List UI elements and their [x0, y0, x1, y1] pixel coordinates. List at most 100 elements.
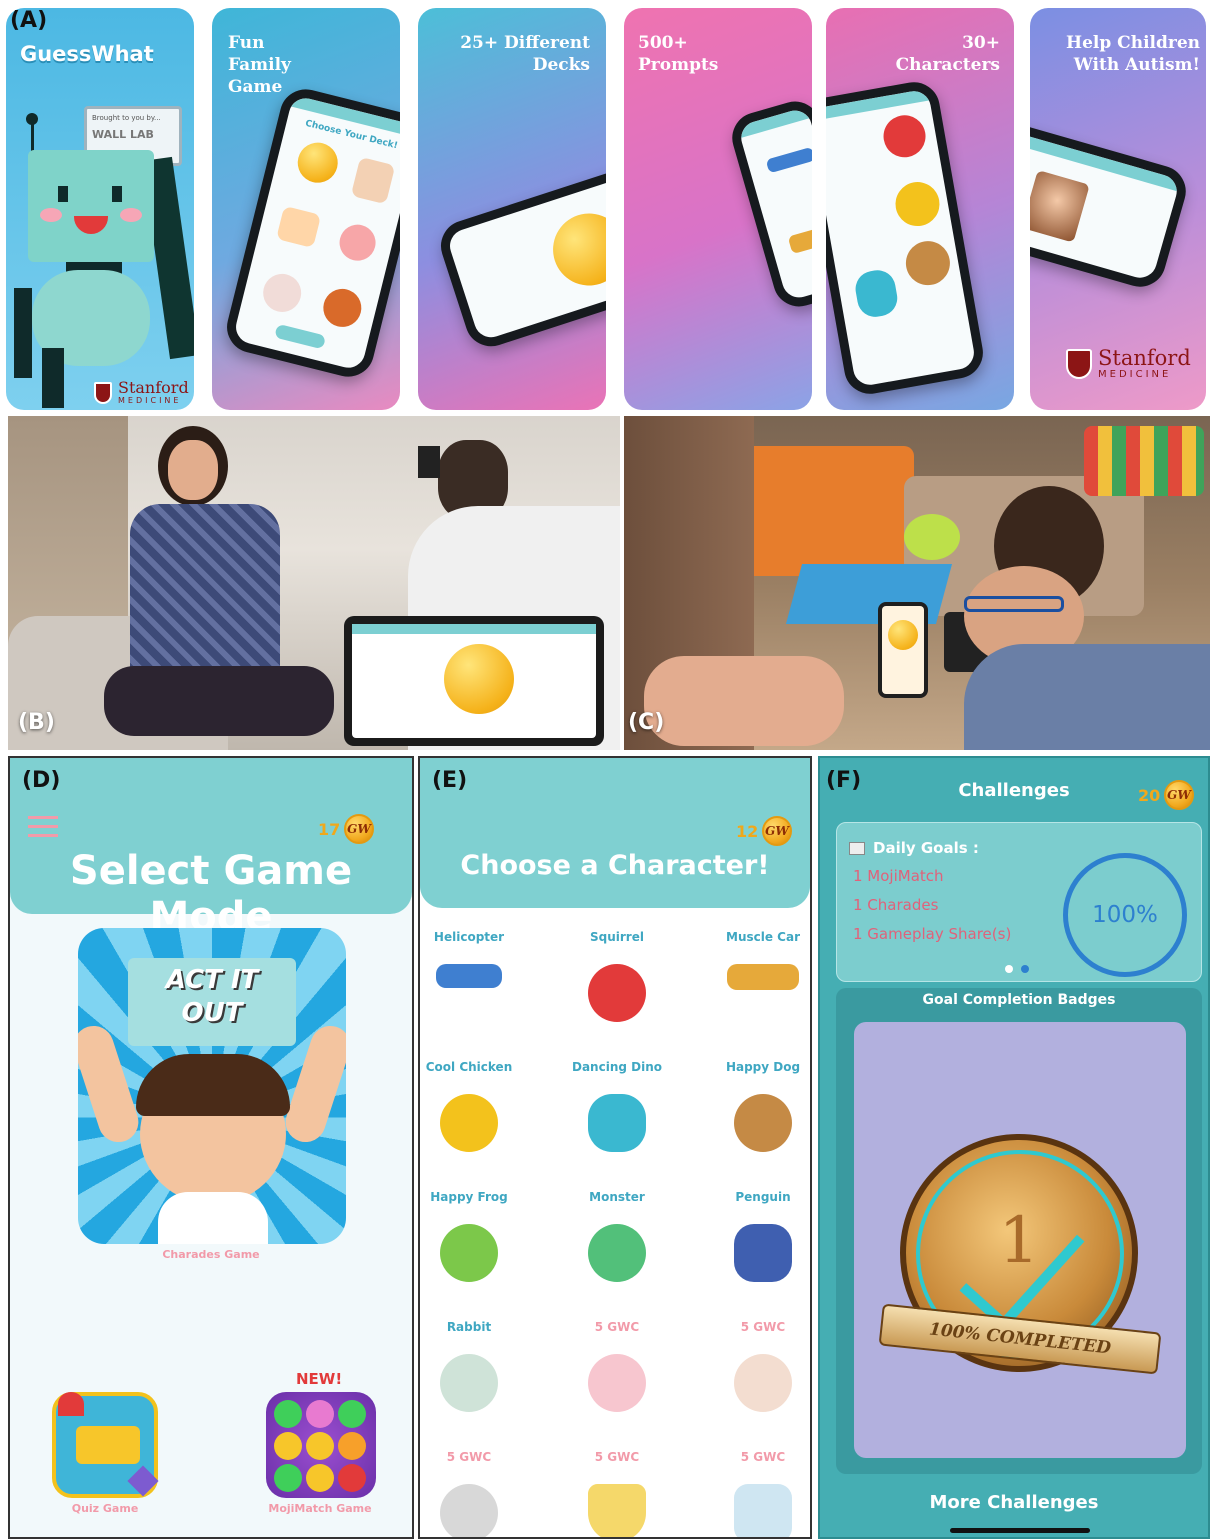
store-card-autism: Help Children With Autism! Stanford MEDI… [1030, 8, 1206, 410]
green-emoji-icon [338, 1400, 366, 1428]
phone-crying-screen [434, 149, 606, 353]
daily-goals-title: Daily Goals : [873, 839, 979, 857]
badges-title: Goal Completion Badges [922, 992, 1116, 1008]
panel-f-label: (F) [826, 768, 862, 793]
character-price: 5 GWC [594, 1320, 640, 1334]
character-price: 5 GWC [446, 1450, 492, 1464]
stanford-sub: MEDICINE [118, 396, 182, 405]
character-name: Penguin [735, 1190, 791, 1204]
phone-deck-screen: Choose Your Deck! [221, 83, 400, 383]
stanford-shield-icon [1066, 349, 1092, 379]
panel-d-screen: (D) 17 GW Select Game Mode ACT IT OUT Ch… [8, 756, 414, 1539]
store-card-title: 25+ Different Decks [460, 33, 590, 76]
character-cell[interactable]: Squirrel [552, 930, 682, 1022]
charades-game-card[interactable]: ACT IT OUT [78, 928, 346, 1244]
page-title: Select Game Mode [69, 848, 353, 940]
page-dot-active[interactable] [1005, 965, 1013, 973]
locked-character-cell[interactable]: 5 GWC [698, 1320, 810, 1412]
store-card-decks: 25+ Different Decks [418, 8, 606, 410]
phone-characters-left [726, 95, 812, 313]
rabbit-icon [440, 1354, 498, 1412]
stanford-word: Stanford [118, 378, 189, 397]
character-cell[interactable]: Cool Chicken [420, 1060, 534, 1152]
badge-frame: 1 100% COMPLETED [854, 1022, 1186, 1458]
pink-emoji-icon [306, 1400, 334, 1428]
character-name: Monster [589, 1190, 645, 1204]
star-icon [127, 1465, 159, 1497]
character-cell[interactable]: Happy Dog [698, 1060, 810, 1152]
green-bowl [904, 514, 960, 560]
phone-characters-right [826, 78, 987, 398]
home-indicator[interactable] [950, 1528, 1090, 1533]
character-cell[interactable]: Dancing Dino [552, 1060, 682, 1152]
locked-character-cell[interactable]: 5 GWC [698, 1450, 810, 1537]
school-bus-icon [76, 1426, 140, 1464]
panel-e-screen: (E) 12 GW Choose a Character! Helicopter… [418, 756, 812, 1539]
store-card-title: Help Children With Autism! [1066, 33, 1200, 76]
turkey-deck-icon [319, 284, 366, 331]
mojimatch-game-button[interactable] [266, 1392, 376, 1498]
cool-chicken-icon [440, 1094, 498, 1152]
page-title: Choose a Character! [460, 850, 770, 881]
quiz-game-button[interactable] [52, 1392, 159, 1498]
character-price: 5 GWC [740, 1320, 786, 1334]
phone-on-forehead [418, 446, 440, 478]
panel-b-photo: (B) [8, 416, 620, 750]
green-emoji-icon [274, 1400, 302, 1428]
character-cell[interactable]: Monster [552, 1190, 682, 1282]
flamingo-icon [588, 1354, 646, 1412]
boy-shirt [964, 644, 1210, 750]
more-challenges-button[interactable]: More Challenges [820, 1492, 1208, 1513]
character-name: Squirrel [590, 930, 644, 944]
page-dot[interactable] [1021, 965, 1029, 973]
helicopter-icon [765, 146, 812, 174]
locked-character-cell[interactable]: 5 GWC [552, 1450, 682, 1537]
locked-character-cell[interactable]: 5 GWC [420, 1450, 534, 1537]
hamburger-menu-icon[interactable] [28, 816, 58, 838]
continue-button[interactable] [274, 323, 327, 350]
stanford-word: Stanford [1098, 346, 1191, 370]
panel-d-label: (D) [22, 768, 61, 793]
dino-icon [588, 1094, 646, 1152]
store-card-prompts: 500+ Prompts [624, 8, 812, 410]
panel-b-label: (B) [18, 710, 55, 735]
girl-face [168, 440, 218, 500]
parent-arm [644, 656, 844, 746]
character-cell[interactable]: Muscle Car [698, 930, 810, 990]
folder-icon [849, 841, 865, 855]
charades-game-label: Charades Game [162, 1248, 260, 1261]
phone-inset [344, 616, 604, 746]
coin-count: 20 [1138, 786, 1161, 805]
penguin-icon [734, 1224, 792, 1282]
toy-blocks [1084, 426, 1204, 496]
dog-icon [734, 1094, 792, 1152]
yellow-emoji-icon [306, 1432, 334, 1460]
character-name: Rabbit [446, 1320, 492, 1334]
character-cell[interactable]: Helicopter [420, 930, 534, 988]
character-cell[interactable]: Penguin [698, 1190, 810, 1282]
goal-item: 1 Gameplay Share(s) [853, 925, 1012, 943]
gw-coin-icon: GW [1164, 780, 1194, 810]
boy-shirt [158, 1192, 268, 1244]
sports-deck-icon [276, 205, 322, 249]
helicopter-icon [436, 964, 502, 988]
goals-list: 1 MojiMatch 1 Charades 1 Gameplay Share(… [853, 867, 1011, 954]
store-card-fun-family: Fun Family Game Choose Your Deck! [212, 8, 400, 410]
coin-count: 17 [318, 820, 341, 839]
boy-glasses [964, 596, 1064, 612]
character-cell[interactable]: Rabbit [420, 1320, 534, 1412]
character-price: 5 GWC [594, 1450, 640, 1464]
crying-emoji-icon [543, 204, 606, 295]
store-card-logo: GuessWhat Brought to you by... WALL LAB … [6, 8, 194, 410]
character-cell[interactable]: Happy Frog [420, 1190, 534, 1282]
squirrel-bike-icon [880, 111, 929, 161]
gw-coin-icon: GW [762, 816, 792, 846]
red-emoji-icon [338, 1464, 366, 1492]
locked-character-cell[interactable]: 5 GWC [552, 1320, 682, 1412]
green-emoji-icon [274, 1464, 302, 1492]
boy-hair [136, 1054, 290, 1116]
daily-goals-card[interactable]: Daily Goals : 1 MojiMatch 1 Charades 1 G… [836, 822, 1202, 982]
robot-icon [734, 1484, 792, 1537]
character-name: Muscle Car [726, 930, 800, 944]
goal-item: 1 Charades [853, 896, 939, 914]
